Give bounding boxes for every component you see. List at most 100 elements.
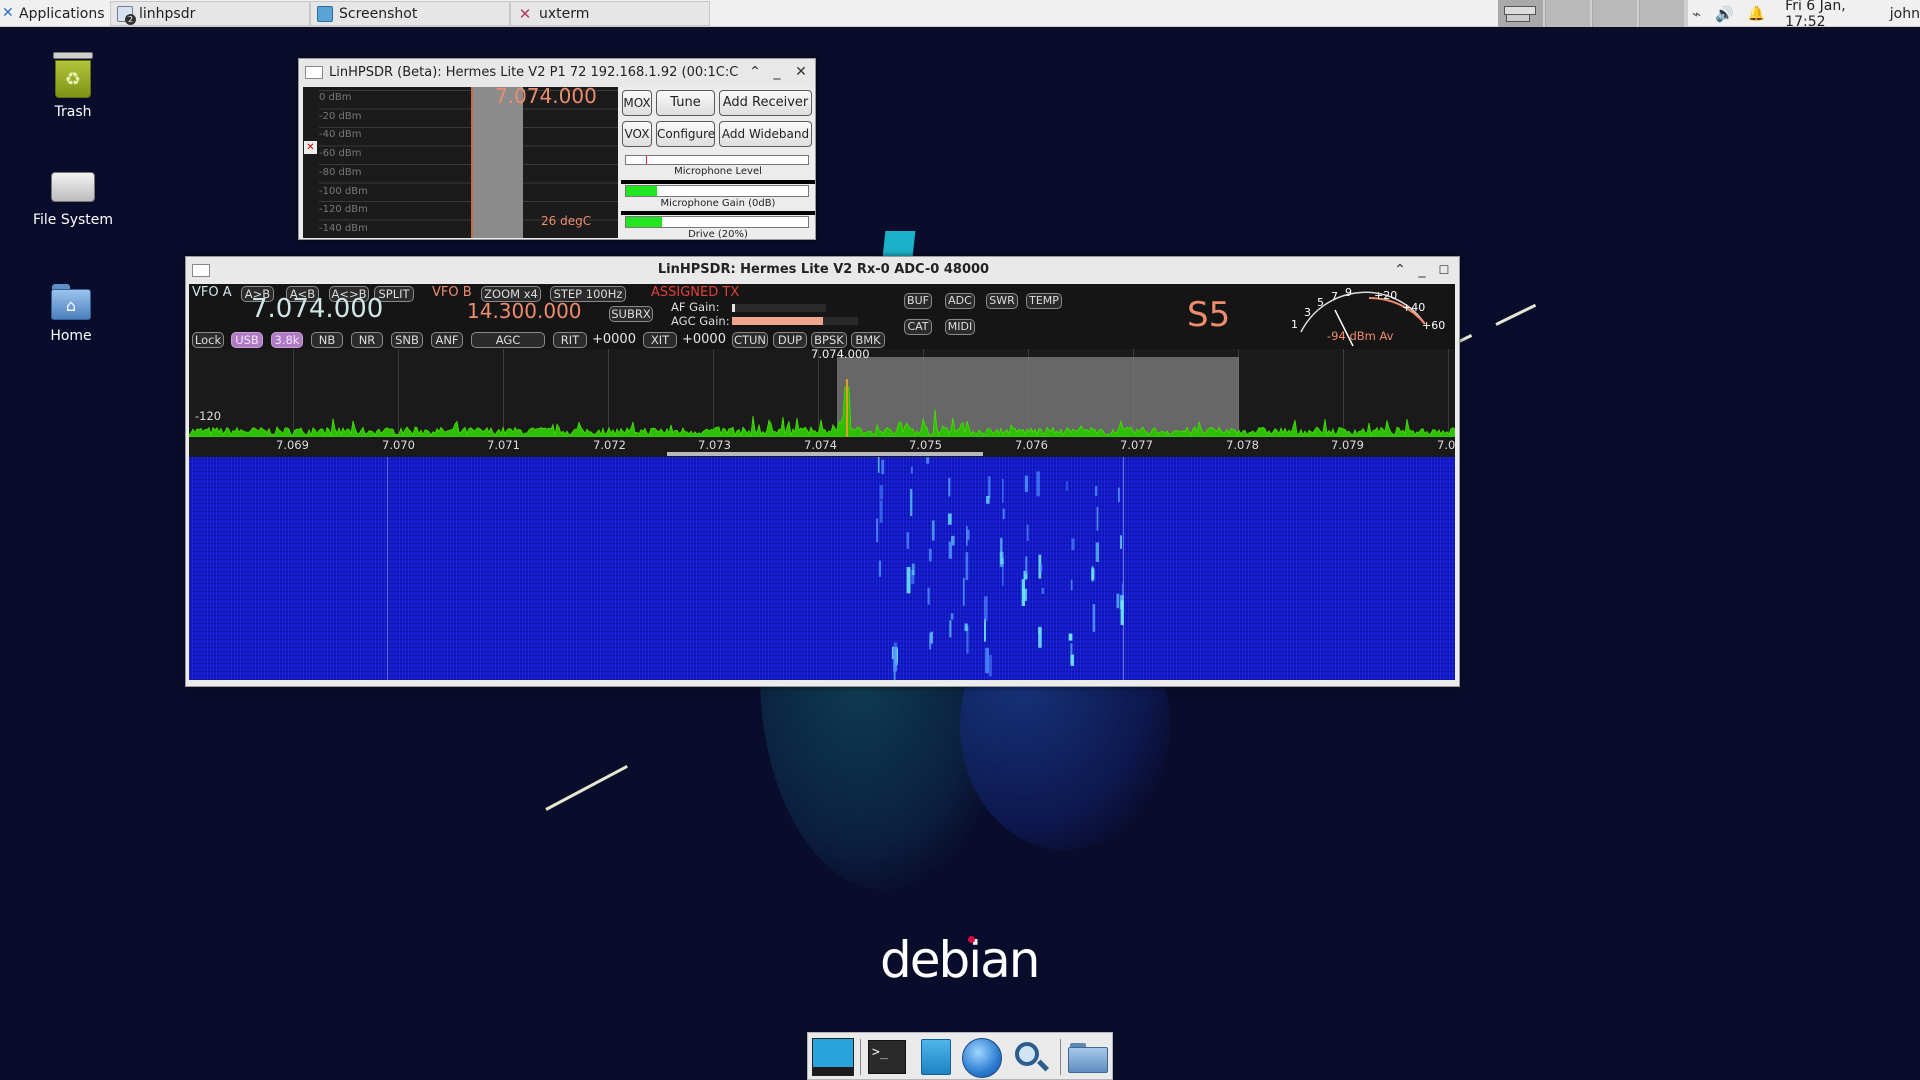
minimize-button[interactable]: _ [769,64,785,80]
waterfall-signal-streak [1092,604,1096,632]
debian-logo-text: debian [880,931,1040,989]
desktop-icon-file-system[interactable]: File System [23,168,123,228]
dup-button[interactable]: DUP [773,332,807,348]
volume-icon[interactable]: 🔊 [1715,5,1734,23]
workspace-1[interactable] [1498,0,1543,27]
bpsk-button[interactable]: BPSK [811,332,847,348]
app-finder-icon[interactable] [1013,1040,1050,1074]
desktop-icon-home[interactable]: ⌂ Home [21,282,121,344]
mode-usb-button[interactable]: USB [231,332,263,348]
waterfall-signal-streak [1096,506,1099,531]
filter-button[interactable]: 3.8k [271,332,303,348]
titlebar[interactable]: LinHPSDR (Beta): Hermes Lite V2 P1 72 19… [299,59,815,87]
midi-button[interactable]: MIDI [945,319,975,335]
waterfall-signal-streak [1091,568,1095,580]
applications-menu[interactable]: Applications ⋮ [2,0,122,27]
task-screenshot[interactable]: Screenshot [310,1,510,26]
freq-tick: 7.078 [1226,438,1259,452]
linhpsdr-app-icon: 2 [117,5,136,25]
task-uxterm[interactable]: ✕ uxterm [510,1,710,26]
waterfall-signal-streak [1070,654,1074,666]
titlebar[interactable]: LinHPSDR: Hermes Lite V2 Rx-0 ADC-0 4800… [186,257,1459,283]
vfo-b-frequency[interactable]: 14.300.000 [467,299,582,323]
xit-button[interactable]: XIT [643,332,677,348]
buf-button[interactable]: BUF [904,293,932,309]
lock-button[interactable]: Lock [192,332,224,348]
close-button[interactable]: ✕ [793,64,809,80]
network-icon[interactable]: ⌁ [1692,5,1701,23]
minimize-button[interactable]: _ [1414,262,1430,278]
waterfall-signal-streak [1002,508,1005,519]
mic-level-meter [625,155,809,165]
mic-gain-track[interactable] [625,185,809,197]
workspace-4[interactable] [1639,0,1684,27]
vox-button[interactable]: VOX [622,121,652,147]
agc-button[interactable]: AGC [471,332,545,348]
cat-button[interactable]: CAT [904,319,932,335]
user-name[interactable]: john [1890,6,1920,22]
ctun-button[interactable]: CTUN [732,332,768,348]
rit-button[interactable]: RIT [553,332,587,348]
file-manager-icon[interactable] [921,1039,951,1075]
task-linhpsdr[interactable]: 2 linhpsdr [110,1,310,26]
drive-track[interactable] [625,216,809,228]
debian-logo-dot [968,936,975,943]
maximize-button[interactable]: ☐ [1436,262,1452,278]
anf-button[interactable]: ANF [431,332,463,348]
mini-spectrum-display[interactable]: 7.074.000 0 dBm -20 dBm -40 dBm -60 dBm … [303,87,618,238]
agc-gain-slider[interactable] [732,317,858,325]
mic-level-label: Microphone Level [674,166,762,177]
add-wideband-button[interactable]: Add Wideband [719,121,812,147]
agc-gain-fill [732,317,823,325]
swr-button[interactable]: SWR [986,293,1018,309]
mic-gain-slider[interactable] [621,180,815,184]
workspace-2[interactable] [1545,0,1590,27]
rit-value[interactable]: +0000 [592,332,636,347]
xit-value[interactable]: +0000 [682,332,726,347]
notification-bell-icon[interactable]: 🔔 [1748,6,1765,22]
mox-button[interactable]: MOX [622,90,652,116]
dbm-label: -100 dBm [319,186,368,197]
wallpaper-swirl-top [882,231,916,257]
configure-button[interactable]: Configure [656,121,715,147]
subrx-button[interactable]: SUBRX [609,306,653,322]
af-gain-label: AF Gain: [671,300,720,314]
task-label: uxterm [539,5,590,22]
panadapter[interactable]: 7.074.000 -120 7.069 7.070 7.071 7.072 7… [189,349,1455,457]
vfo-a-frequency[interactable]: 7.074.000 [251,294,383,324]
task-label: Screenshot [339,5,418,22]
s-meter-scale: 7 [1331,290,1338,303]
shade-button[interactable]: ⌃ [747,64,763,80]
adc-button[interactable]: ADC [945,293,975,309]
workspace-3[interactable] [1592,0,1637,27]
nr-button[interactable]: NR [351,332,383,348]
applications-label: Applications [19,5,105,22]
magnifier-lens [1015,1042,1039,1066]
folder-icon[interactable] [1068,1043,1108,1073]
waterfall-signal-streak [1118,487,1120,503]
dbm-label: -140 dBm [319,223,368,234]
waterfall-signal-streak [928,548,932,562]
shade-button[interactable]: ⌃ [1392,262,1408,278]
snb-button[interactable]: SNB [391,332,423,348]
nb-button[interactable]: NB [311,332,343,348]
waterfall-signal-streak [879,500,883,523]
temp-button[interactable]: TEMP [1026,293,1062,309]
show-desktop-icon[interactable] [812,1038,854,1076]
tune-button[interactable]: Tune [656,90,715,116]
window-menu-icon[interactable] [305,66,323,79]
desktop-icon-trash[interactable]: ♻ Trash [23,52,123,120]
add-receiver-button[interactable]: Add Receiver [719,90,812,116]
waterfall-signal-streak [906,567,911,594]
panadapter-scroll-indicator[interactable] [667,452,983,456]
drive-slider-bar[interactable] [621,211,815,215]
clock[interactable]: Fri 6 Jan, 17:52 [1785,0,1876,30]
af-gain-slider[interactable] [732,304,826,312]
workspace-switcher[interactable] [1498,0,1688,27]
bmk-button[interactable]: BMK [851,332,885,348]
web-browser-icon[interactable] [962,1038,1002,1078]
terminal-icon[interactable]: >_ [868,1040,906,1074]
freq-tick: 7.069 [276,438,309,452]
waterfall-display[interactable] [189,457,1455,680]
mini-close-icon[interactable]: ✕ [304,141,317,154]
